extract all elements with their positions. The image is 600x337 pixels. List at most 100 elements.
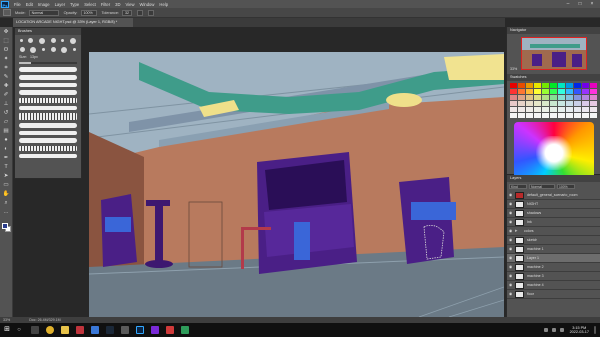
mode-select[interactable]: Normal <box>28 9 59 16</box>
steam-icon[interactable] <box>106 326 114 334</box>
color-swatch[interactable] <box>534 113 541 118</box>
file-explorer-icon[interactable] <box>61 326 69 334</box>
brush-tip[interactable] <box>50 47 56 52</box>
brush-stroke-preview[interactable] <box>19 90 77 95</box>
path-select-icon[interactable]: ➤ <box>2 173 11 180</box>
visibility-eye-icon[interactable]: ◉ <box>509 229 513 233</box>
eyedropper-icon[interactable]: ✎ <box>2 74 11 81</box>
color-swatch[interactable] <box>558 83 565 88</box>
visibility-eye-icon[interactable]: ◉ <box>509 256 513 260</box>
visibility-eye-icon[interactable]: ◉ <box>509 274 513 278</box>
color-swatch[interactable] <box>582 89 589 94</box>
color-swatch[interactable] <box>550 101 557 106</box>
layer-row[interactable]: ◉ machine 2 <box>507 263 600 272</box>
layer-row[interactable]: ◉ ▸ colors <box>507 227 600 236</box>
layer-opacity[interactable]: 100% <box>557 184 575 189</box>
pen-icon[interactable]: ✒ <box>2 155 11 162</box>
color-swatch[interactable] <box>574 89 581 94</box>
search-icon[interactable]: ○ <box>14 327 24 333</box>
app-icon[interactable] <box>181 326 189 334</box>
color-swatch[interactable] <box>510 101 517 106</box>
color-swatch[interactable] <box>526 107 533 112</box>
brush-stroke-preview[interactable] <box>19 98 77 103</box>
color-swatch[interactable] <box>534 83 541 88</box>
brush-size-value[interactable]: 13px <box>30 55 38 59</box>
color-swatch[interactable] <box>550 95 557 100</box>
stamp-icon[interactable]: ⊥ <box>2 101 11 108</box>
color-swatch[interactable] <box>574 95 581 100</box>
navigator-zoom[interactable]: 33% <box>510 67 517 71</box>
shape-icon[interactable]: ▭ <box>2 182 11 189</box>
layer-row[interactable]: ◉ Layer 1 <box>507 254 600 263</box>
brush-stroke-preview[interactable] <box>19 154 77 158</box>
layer-row[interactable]: ◉ machine 4 <box>507 281 600 290</box>
navigator-thumbnail[interactable] <box>520 37 587 70</box>
document-tab[interactable]: LOCATION ARCADE NIGHT.psd @ 33% (Layer 1… <box>13 18 133 27</box>
windows-start-icon[interactable]: ⊞ <box>2 323 12 337</box>
color-swatch[interactable] <box>526 89 533 94</box>
brush-tip[interactable] <box>19 47 25 52</box>
color-swatch[interactable] <box>542 89 549 94</box>
dodge-icon[interactable]: ◐ <box>2 146 11 153</box>
marquee-icon[interactable]: ⬚ <box>2 38 11 45</box>
color-swatch[interactable] <box>518 101 525 106</box>
task-view-icon[interactable] <box>31 326 39 334</box>
brushes-panel-title[interactable]: Brushes <box>15 28 81 35</box>
color-swatch[interactable] <box>566 95 573 100</box>
visibility-eye-icon[interactable]: ◉ <box>509 238 513 242</box>
app-icon[interactable] <box>166 326 174 334</box>
color-swatch[interactable] <box>566 107 573 112</box>
status-zoom[interactable]: 33% <box>3 318 10 322</box>
brush-stroke-preview[interactable] <box>19 146 77 151</box>
color-swatch[interactable] <box>590 101 597 106</box>
color-swatch[interactable] <box>510 113 517 118</box>
color-swatch[interactable] <box>518 113 525 118</box>
artwork-canvas[interactable] <box>89 52 504 317</box>
menu-edit[interactable]: Edit <box>26 2 33 7</box>
color-swatch[interactable] <box>550 107 557 112</box>
battery-icon[interactable] <box>559 328 564 332</box>
menu-layer[interactable]: Layer <box>55 2 65 7</box>
color-swatch[interactable] <box>534 101 541 106</box>
color-swatch[interactable] <box>550 83 557 88</box>
layer-row[interactable]: ◉ default_general_scenario_room <box>507 191 600 200</box>
menu-image[interactable]: Image <box>38 2 50 7</box>
color-swatch[interactable] <box>518 83 525 88</box>
color-swatch[interactable] <box>582 107 589 112</box>
color-swatch[interactable] <box>550 113 557 118</box>
minimize-icon[interactable]: – <box>562 1 574 7</box>
canvas-area[interactable] <box>82 27 505 317</box>
foreground-color-swatch[interactable] <box>2 223 8 229</box>
tool-preset-picker[interactable] <box>3 9 11 16</box>
menu-select[interactable]: Select <box>84 2 96 7</box>
zoom-icon[interactable]: ⌕ <box>2 200 11 207</box>
color-swatch[interactable] <box>582 101 589 106</box>
brush-size-slider[interactable] <box>19 62 77 64</box>
more-tools-icon[interactable]: … <box>2 209 11 216</box>
layer-kind-filter[interactable]: Kind <box>509 184 527 189</box>
color-swatch[interactable] <box>534 107 541 112</box>
brush-stroke-preview[interactable] <box>19 113 77 120</box>
gradient-icon[interactable]: ▤ <box>2 128 11 135</box>
color-swatch[interactable] <box>566 113 573 118</box>
color-swatch[interactable] <box>534 95 541 100</box>
visibility-eye-icon[interactable]: ◉ <box>509 202 513 206</box>
layer-row[interactable]: ◉ sketch <box>507 236 600 245</box>
layer-row[interactable]: ◉ Ink <box>507 218 600 227</box>
color-swatch[interactable] <box>510 89 517 94</box>
move-icon[interactable]: ✥ <box>2 29 11 36</box>
visibility-eye-icon[interactable]: ◉ <box>509 265 513 269</box>
color-swatch[interactable] <box>542 101 549 106</box>
menu-help[interactable]: Help <box>159 2 168 7</box>
show-desktop-button[interactable] <box>594 326 596 334</box>
color-swatch[interactable] <box>590 113 597 118</box>
brush-stroke-preview[interactable] <box>19 67 77 72</box>
lasso-icon[interactable]: ʘ <box>2 47 11 54</box>
color-swatch[interactable] <box>574 107 581 112</box>
magic-wand-icon[interactable]: ✦ <box>2 56 11 63</box>
color-swatch[interactable] <box>526 113 533 118</box>
color-swatch[interactable] <box>566 83 573 88</box>
color-swatch[interactable] <box>582 113 589 118</box>
brush-stroke-preview[interactable] <box>19 123 77 128</box>
color-swatch[interactable] <box>558 107 565 112</box>
